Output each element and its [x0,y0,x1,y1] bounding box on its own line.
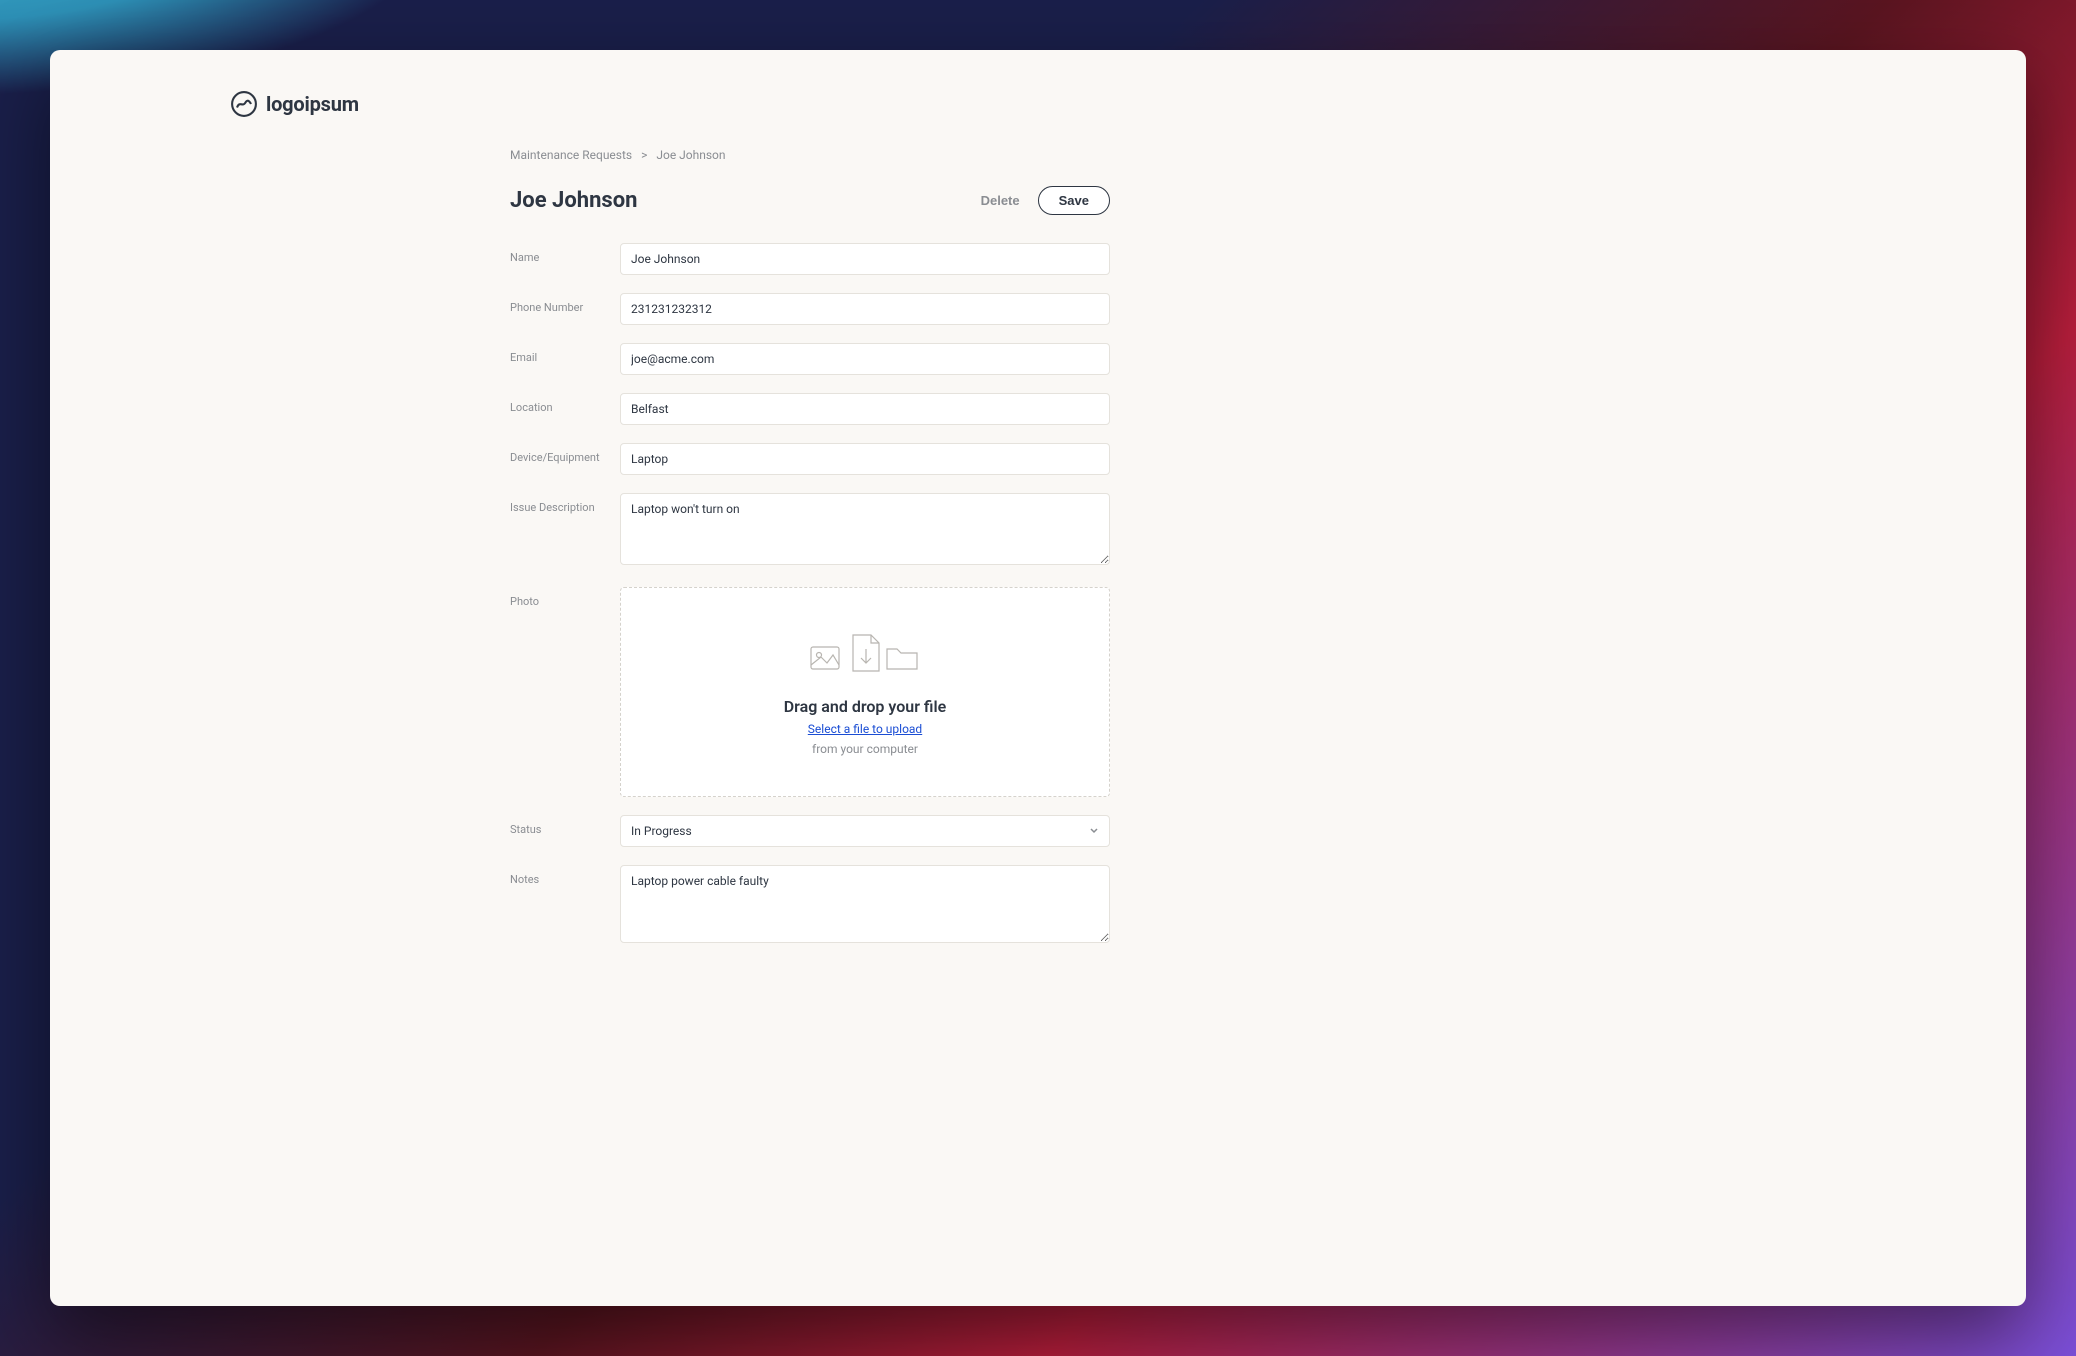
page-title: Joe Johnson [510,188,637,213]
app-window: logoipsum Maintenance Requests > Joe Joh… [50,50,2026,1306]
email-label: Email [510,343,620,364]
breadcrumb-parent-link[interactable]: Maintenance Requests [510,148,632,162]
dropzone-title: Drag and drop your file [784,697,947,716]
name-label: Name [510,243,620,264]
email-input[interactable] [620,343,1110,375]
field-name: Name [510,243,1110,275]
breadcrumb: Maintenance Requests > Joe Johnson [510,148,1110,162]
field-issue-description: Issue Description Laptop won't turn on [510,493,1110,569]
device-label: Device/Equipment [510,443,620,464]
logo-icon [230,90,258,118]
main-content: Maintenance Requests > Joe Johnson Joe J… [510,148,1110,947]
status-label: Status [510,815,620,836]
phone-input[interactable] [620,293,1110,325]
save-button[interactable]: Save [1038,186,1110,215]
issue-label: Issue Description [510,493,620,514]
field-email: Email [510,343,1110,375]
phone-label: Phone Number [510,293,620,314]
notes-label: Notes [510,865,620,886]
brand-logo: logoipsum [230,90,1966,118]
device-input[interactable] [620,443,1110,475]
field-phone: Phone Number [510,293,1110,325]
issue-description-textarea[interactable]: Laptop won't turn on [620,493,1110,565]
dropzone-subtext: from your computer [812,742,918,756]
field-notes: Notes Laptop power cable faulty [510,865,1110,947]
breadcrumb-separator: > [641,148,647,162]
location-label: Location [510,393,620,414]
photo-dropzone[interactable]: Drag and drop your file Select a file to… [620,587,1110,797]
field-status: Status In Progress [510,815,1110,847]
field-device: Device/Equipment [510,443,1110,475]
page-header: Joe Johnson Delete Save [510,186,1110,215]
field-location: Location [510,393,1110,425]
field-photo: Photo [510,587,1110,797]
logo-text: logoipsum [266,92,359,116]
photo-label: Photo [510,587,620,608]
status-select[interactable]: In Progress [620,815,1110,847]
delete-button[interactable]: Delete [981,193,1020,208]
breadcrumb-current: Joe Johnson [656,148,725,162]
name-input[interactable] [620,243,1110,275]
page-actions: Delete Save [981,186,1110,215]
notes-textarea[interactable]: Laptop power cable faulty [620,865,1110,943]
upload-illustration-icon [805,629,925,681]
location-input[interactable] [620,393,1110,425]
select-file-link[interactable]: Select a file to upload [808,722,922,736]
